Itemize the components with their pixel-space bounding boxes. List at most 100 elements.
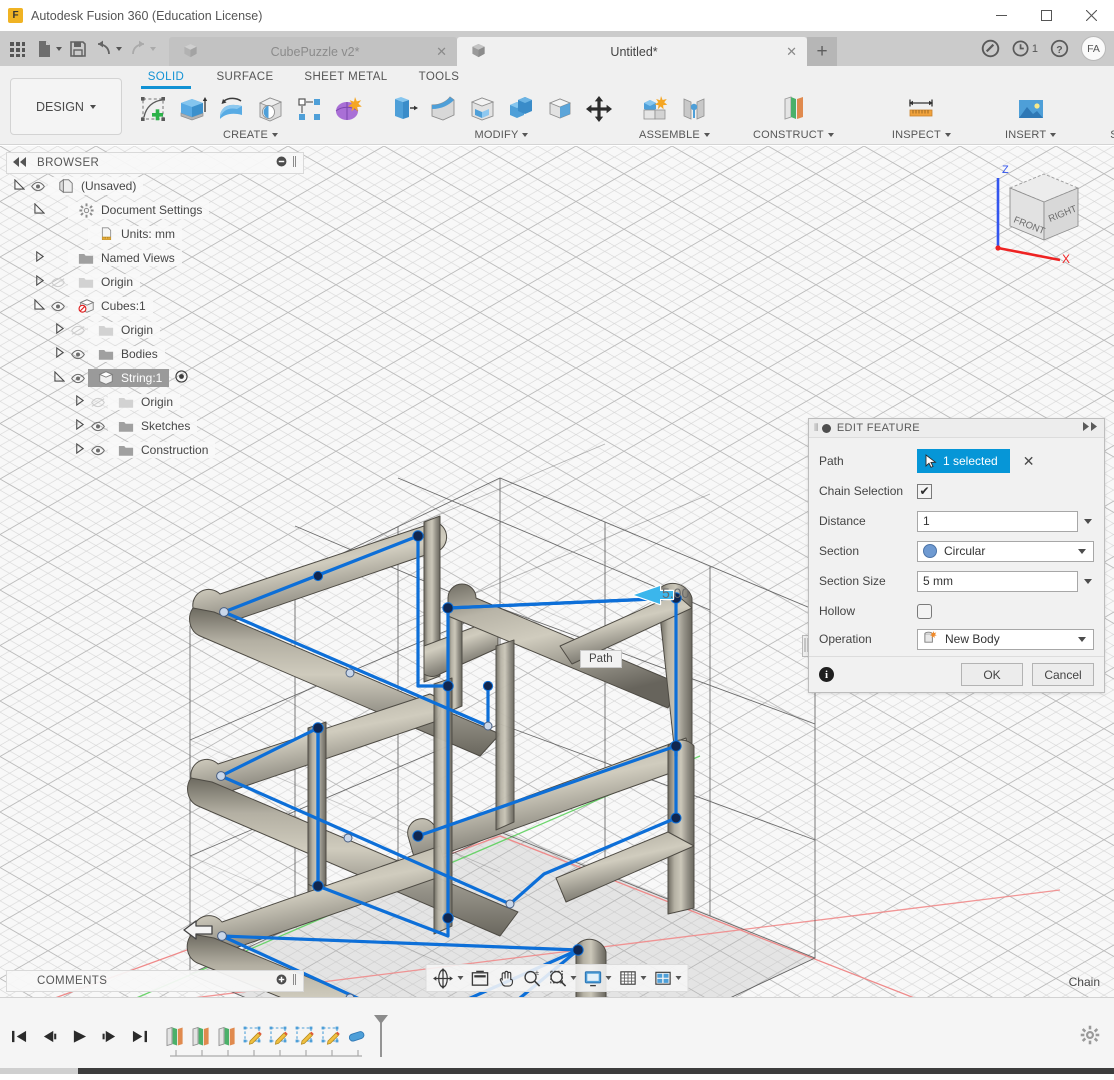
- job-status-icon[interactable]: [981, 39, 1000, 58]
- twisty-collapsed-icon[interactable]: [70, 395, 88, 409]
- ribbon-group-label-assemble[interactable]: ASSEMBLE: [639, 129, 710, 141]
- distance-input[interactable]: 1: [917, 511, 1078, 532]
- browser-tree-item-body[interactable]: Origin: [108, 394, 180, 410]
- document-tab-untitled[interactable]: Untitled* ✕: [457, 37, 807, 66]
- grid-snaps-icon[interactable]: [616, 966, 650, 990]
- measure-icon[interactable]: [902, 90, 940, 128]
- chevron-down-icon[interactable]: [571, 976, 577, 980]
- ok-button[interactable]: OK: [961, 663, 1023, 686]
- ribbon-group-label-create[interactable]: CREATE: [223, 129, 278, 141]
- orbit-icon[interactable]: [430, 966, 467, 990]
- operation-dropdown[interactable]: New Body: [917, 629, 1094, 650]
- chevron-down-icon[interactable]: [641, 976, 647, 980]
- show-data-panel-button[interactable]: [5, 36, 31, 62]
- revolve-icon[interactable]: [212, 90, 250, 128]
- browser-tree-item-body[interactable]: Cubes:1: [68, 297, 153, 316]
- browser-tree-item[interactable]: Origin: [6, 318, 304, 342]
- visibility-eye-icon[interactable]: [68, 349, 88, 360]
- browser-tree-item-body[interactable]: (Unsaved): [48, 177, 143, 195]
- split-body-icon[interactable]: [541, 90, 579, 128]
- extrude-icon[interactable]: [173, 90, 211, 128]
- browser-tree-item-body[interactable]: Named Views: [68, 250, 182, 266]
- panel-grip-icon[interactable]: [292, 973, 297, 989]
- browser-tree-item[interactable]: String:1: [6, 366, 304, 390]
- ribbon-group-label-insert[interactable]: INSERT: [1005, 129, 1056, 141]
- twisty-collapsed-icon[interactable]: [50, 347, 68, 361]
- chevron-down-icon[interactable]: [1084, 579, 1092, 584]
- twisty-expanded-icon[interactable]: [30, 203, 48, 217]
- visibility-eye-icon[interactable]: [88, 421, 108, 432]
- hollow-checkbox[interactable]: [917, 604, 932, 619]
- display-settings-icon[interactable]: [581, 966, 615, 990]
- browser-tree-item[interactable]: (Unsaved): [6, 174, 304, 198]
- chevron-down-icon[interactable]: [1078, 549, 1086, 554]
- twisty-expanded-icon[interactable]: [10, 179, 28, 193]
- step-forward-button[interactable]: [98, 1023, 120, 1049]
- browser-tree-item-body[interactable]: Origin: [88, 322, 160, 338]
- twisty-collapsed-icon[interactable]: [70, 443, 88, 457]
- browser-tree-item-body[interactable]: Sketches: [108, 418, 197, 434]
- browser-tree-item-body[interactable]: Bodies: [88, 346, 165, 362]
- browser-tree-item[interactable]: Document Settings: [6, 198, 304, 222]
- new-sketch-icon[interactable]: [134, 90, 172, 128]
- close-icon[interactable]: ✕: [786, 44, 797, 60]
- browser-tree-item[interactable]: Units: mm: [6, 222, 304, 246]
- ribbon-group-label-modify[interactable]: MODIFY: [475, 129, 529, 141]
- browser-tree-item-body[interactable]: Origin: [68, 274, 140, 290]
- component-activate-radio[interactable]: [175, 370, 188, 386]
- joint-icon[interactable]: [675, 90, 713, 128]
- tab-surface[interactable]: SURFACE: [199, 68, 291, 87]
- visibility-eye-icon[interactable]: [28, 181, 48, 192]
- add-comment-icon[interactable]: [276, 974, 287, 988]
- chevron-down-icon[interactable]: [1078, 637, 1086, 642]
- panel-grip-icon[interactable]: [292, 155, 297, 171]
- twisty-collapsed-icon[interactable]: [30, 251, 48, 265]
- twisty-collapsed-icon[interactable]: [50, 323, 68, 337]
- twisty-collapsed-icon[interactable]: [30, 275, 48, 289]
- minimize-button[interactable]: [979, 0, 1024, 31]
- close-button[interactable]: [1069, 0, 1114, 31]
- form-icon[interactable]: [329, 90, 367, 128]
- hole-icon[interactable]: [251, 90, 289, 128]
- help-icon[interactable]: ?: [1050, 39, 1069, 58]
- new-document-button[interactable]: +: [807, 37, 837, 66]
- visibility-eye-icon[interactable]: [88, 397, 108, 408]
- view-cube[interactable]: Z X FRONT RIGHT: [980, 160, 1100, 265]
- chevron-down-icon[interactable]: [606, 976, 612, 980]
- redo-button[interactable]: [125, 36, 159, 62]
- twisty-expanded-icon[interactable]: [30, 299, 48, 313]
- visibility-eye-icon[interactable]: [68, 325, 88, 336]
- tab-sheet-metal[interactable]: SHEET METAL: [291, 68, 401, 87]
- path-selection-button[interactable]: 1 selected: [917, 449, 1010, 473]
- browser-tree-item[interactable]: Cubes:1: [6, 294, 304, 318]
- visibility-eye-icon[interactable]: [68, 373, 88, 384]
- ribbon-group-label-select[interactable]: SELECT: [1110, 129, 1114, 141]
- browser-tree-item[interactable]: Construction: [6, 438, 304, 462]
- chevron-down-icon[interactable]: [676, 976, 682, 980]
- chevron-down-icon[interactable]: [458, 976, 464, 980]
- visibility-eye-icon[interactable]: [88, 445, 108, 456]
- tab-solid[interactable]: SOLID: [133, 68, 199, 87]
- file-menu-button[interactable]: [31, 36, 65, 62]
- press-pull-icon[interactable]: [385, 90, 423, 128]
- twisty-collapsed-icon[interactable]: [70, 419, 88, 433]
- dialog-header[interactable]: ⦀ EDIT FEATURE: [809, 419, 1104, 438]
- collapse-left-icon[interactable]: [13, 156, 27, 170]
- viewports-icon[interactable]: [651, 966, 685, 990]
- timeline-scrollbar-thumb[interactable]: [0, 1068, 78, 1074]
- section-dropdown[interactable]: Circular: [917, 541, 1094, 562]
- visibility-eye-icon[interactable]: [48, 277, 68, 288]
- move-copy-icon[interactable]: [580, 90, 618, 128]
- twisty-expanded-icon[interactable]: [50, 371, 68, 385]
- offset-plane-icon[interactable]: [774, 90, 812, 128]
- timeline-scrollbar[interactable]: [0, 1068, 1114, 1074]
- document-tab-cubepuzzle[interactable]: CubePuzzle v2* ✕: [169, 37, 457, 66]
- recent-clock-icon[interactable]: 1: [1012, 39, 1038, 58]
- 3d-viewport[interactable]: 5.00 Z X FRONT RIGHT Path: [0, 146, 1114, 997]
- ribbon-group-label-construct[interactable]: CONSTRUCT: [753, 129, 834, 141]
- tab-tools[interactable]: TOOLS: [401, 68, 477, 87]
- info-icon[interactable]: i: [819, 667, 834, 682]
- save-button[interactable]: [65, 36, 91, 62]
- zoom-icon[interactable]: ±: [520, 966, 545, 990]
- chain-selection-checkbox[interactable]: [917, 484, 932, 499]
